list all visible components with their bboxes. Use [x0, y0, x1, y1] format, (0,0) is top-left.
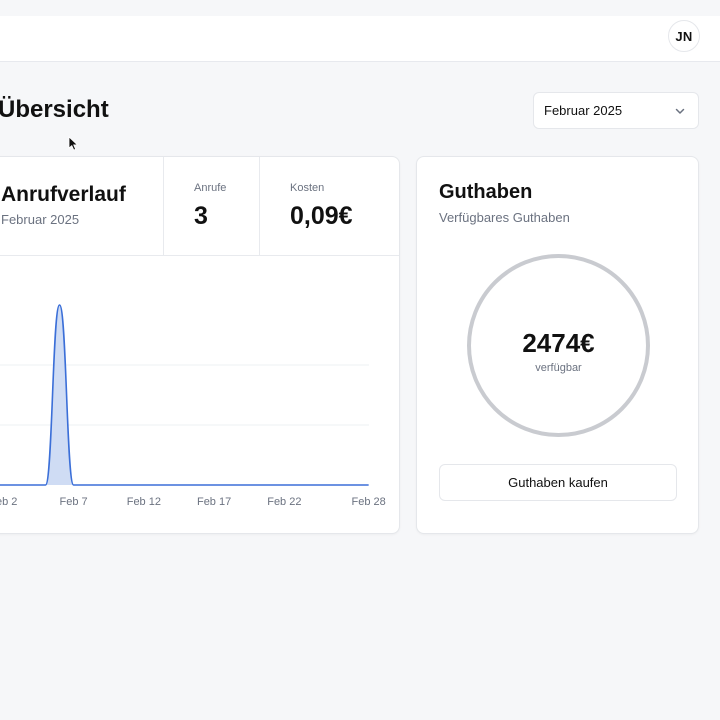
call-history-card: Anrufverlauf Februar 2025 Anrufe 3 Koste…	[0, 156, 400, 534]
calls-label: Anrufe	[194, 182, 227, 194]
call-history-chart: Feb 2 Feb 7 Feb 12 Feb 17 Feb 22 Feb 28	[0, 304, 386, 508]
buy-credit-button[interactable]: Guthaben kaufen	[439, 464, 677, 501]
credit-title: Guthaben	[439, 181, 533, 203]
credit-subtitle: Verfügbares Guthaben	[439, 210, 570, 225]
mouse-cursor-icon	[68, 136, 79, 151]
x-tick-label: Feb 7	[60, 496, 88, 508]
credit-ring: 2474€ verfügbar	[467, 254, 650, 437]
credit-card: Guthaben Verfügbares Guthaben 2474€ verf…	[416, 156, 699, 534]
call-history-title-area: Anrufverlauf Februar 2025	[1, 157, 161, 256]
x-tick-label: Feb 17	[197, 496, 231, 508]
top-bar: JN	[0, 16, 720, 62]
credit-amount: 2474€	[522, 328, 595, 358]
cost-value: 0,09€	[290, 202, 353, 230]
x-tick-label: Feb 12	[127, 496, 161, 508]
chevron-down-icon	[675, 108, 685, 114]
cost-stat: Kosten 0,09€	[259, 157, 399, 256]
x-tick-label: Feb 22	[267, 496, 301, 508]
call-history-title: Anrufverlauf	[1, 183, 126, 206]
page-title: Übersicht	[0, 96, 109, 123]
calls-value: 3	[194, 202, 208, 230]
user-avatar[interactable]: JN	[668, 20, 700, 52]
call-history-subtitle: Februar 2025	[1, 212, 80, 227]
x-tick-label: Feb 28	[352, 496, 386, 508]
month-select[interactable]: Februar 2025	[533, 92, 699, 129]
cost-label: Kosten	[290, 182, 325, 194]
month-select-value: Februar 2025	[544, 103, 623, 118]
call-history-header: Anrufverlauf Februar 2025 Anrufe 3 Koste…	[0, 157, 399, 256]
x-tick-label: Feb 2	[0, 496, 17, 508]
credit-amount-label: verfügbar	[535, 362, 582, 374]
calls-stat: Anrufe 3	[163, 157, 259, 256]
